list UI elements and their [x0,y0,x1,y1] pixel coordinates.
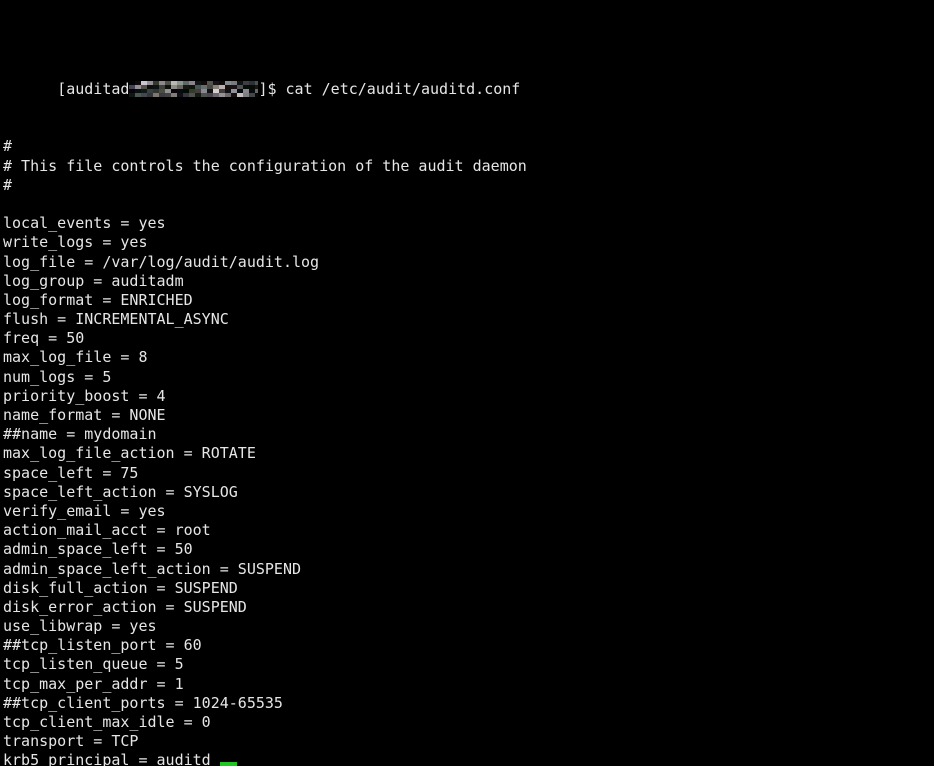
output-line: disk_full_action = SUSPEND [3,578,238,597]
output-line: priority_boost = 4 [3,386,166,405]
prompt-command: cat /etc/audit/auditd.conf [285,79,521,98]
output-line: verify_email = yes [3,501,166,520]
output-line: admin_space_left = 50 [3,540,193,559]
output-line: max_log_file_action = ROTATE [3,444,256,463]
output-blank-line [3,195,934,214]
output-line: disk_error_action = SUSPEND [3,597,247,616]
output-line: num_logs = 5 [3,367,112,386]
output-line: ##name = mydomain [3,425,157,444]
output-line: action_mail_acct = root [3,521,211,540]
output-line: admin_space_left_action = SUSPEND [3,559,302,578]
output-line: log_group = auditadm [3,271,184,290]
output-line: ##tcp_client_ports = 1024-65535 [3,693,283,712]
output-line: use_libwrap = yes [3,617,157,636]
cursor-sliver [220,762,237,766]
output-line: write_logs = yes [3,233,148,252]
output-line: tcp_max_per_addr = 1 [3,674,184,693]
prompt-suffix: ]$ [258,79,286,98]
output-line: # This file controls the configuration o… [3,156,527,175]
output-line: krb5_principal = auditd [3,751,211,766]
output-line: local_events = yes [3,214,166,233]
output-line: freq = 50 [3,329,85,348]
output-line: flush = INCREMENTAL_ASYNC [3,310,229,329]
output-line: tcp_listen_queue = 5 [3,655,184,674]
output-line: transport = TCP [3,732,139,751]
redacted-prompt-region [129,80,259,97]
output-line: space_left = 75 [3,463,139,482]
command-output: # # This file controls the configuration … [3,137,934,766]
shell-prompt-line: [auditad ]$ cat /etc/audit/auditd.conf [3,61,934,98]
terminal-screen[interactable]: [auditad]$ cat /etc/audit/auditd.conf # #… [3,3,934,766]
output-line: log_format = ENRICHED [3,290,193,309]
prompt-prefix: [auditad [57,79,130,98]
output-line: name_format = NONE [3,406,166,425]
output-line: # [3,175,13,194]
output-line: tcp_client_max_idle = 0 [3,713,211,732]
output-line: max_log_file = 8 [3,348,148,367]
terminal-window[interactable]: [auditad]$ cat /etc/audit/auditd.conf # #… [0,0,934,766]
output-line: space_left_action = SYSLOG [3,482,238,501]
output-line: log_file = /var/log/audit/audit.log [3,252,320,271]
output-line: ##tcp_listen_port = 60 [3,636,202,655]
output-line: # [3,137,13,156]
